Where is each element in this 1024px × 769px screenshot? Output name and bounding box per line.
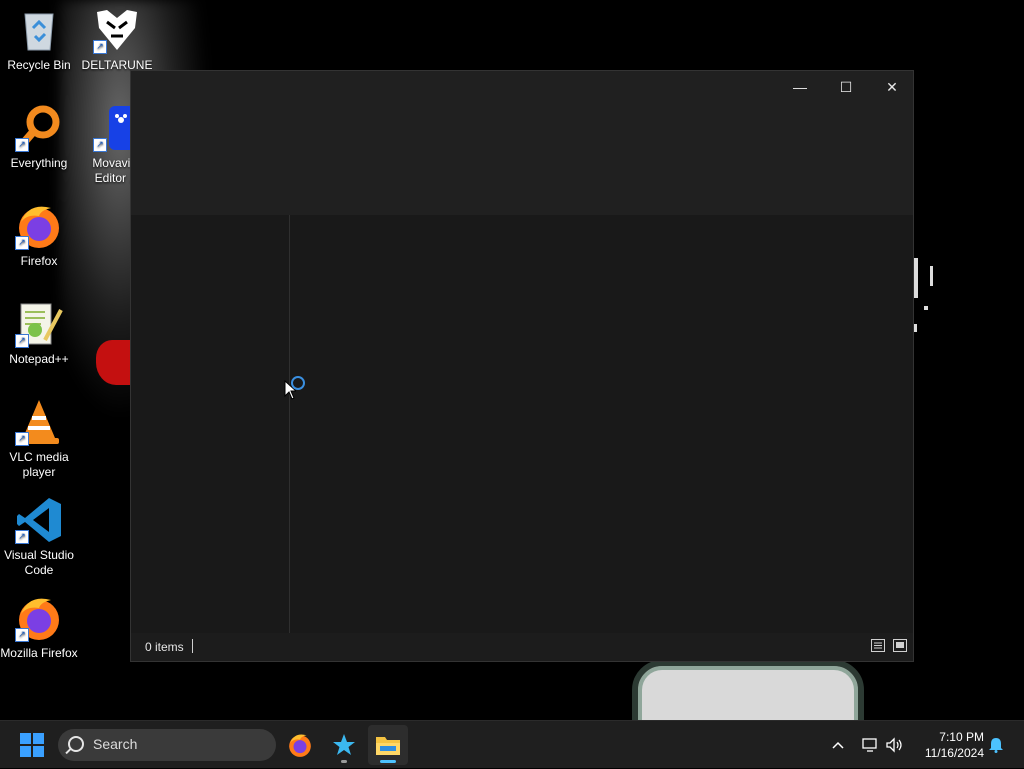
file-list-area[interactable] bbox=[131, 215, 913, 633]
taskbar-app-starred[interactable] bbox=[324, 725, 364, 765]
desktop-icon-label: Recycle Bin bbox=[7, 58, 71, 72]
close-icon: ✕ bbox=[886, 78, 898, 95]
taskbar: Search 7:10 PM 11/16/2024 bbox=[0, 720, 1024, 768]
desktop-icon-firefox[interactable]: ↗ Firefox bbox=[0, 202, 78, 269]
windows-logo-icon bbox=[20, 733, 31, 744]
clock-date: 11/16/2024 bbox=[924, 746, 984, 760]
search-placeholder: Search bbox=[93, 736, 138, 752]
desktop-icon-label: Visual Studio Code bbox=[4, 548, 74, 577]
status-bar: 0 items bbox=[131, 633, 913, 661]
desktop-icon-label: VLC media player bbox=[9, 450, 69, 479]
large-icons-view-button[interactable] bbox=[893, 639, 907, 652]
window-titlebar[interactable]: — ☐ ✕ bbox=[131, 71, 913, 103]
details-view-icon bbox=[874, 642, 882, 649]
everything-search-icon: ↗ bbox=[15, 104, 63, 152]
shortcut-arrow-icon: ↗ bbox=[15, 334, 29, 348]
speaker-icon bbox=[886, 737, 902, 753]
running-indicator bbox=[341, 760, 347, 763]
shortcut-arrow-icon: ↗ bbox=[15, 432, 29, 446]
shortcut-arrow-icon: ↗ bbox=[15, 236, 29, 250]
maximize-button[interactable]: ☐ bbox=[823, 71, 869, 103]
taskbar-search[interactable]: Search bbox=[58, 729, 276, 761]
desktop-icon-label: Firefox bbox=[20, 254, 58, 268]
vlc-icon: ↗ bbox=[15, 398, 63, 446]
command-bar-area bbox=[131, 103, 913, 215]
item-count: 0 items bbox=[145, 640, 184, 654]
network-button[interactable] bbox=[858, 721, 882, 769]
shortcut-arrow-icon: ↗ bbox=[93, 40, 107, 54]
volume-button[interactable] bbox=[882, 721, 906, 769]
minimize-button[interactable]: — bbox=[777, 71, 823, 103]
desktop-icon-label: Mozilla Firefox bbox=[0, 646, 78, 660]
recycle-bin-icon bbox=[15, 6, 63, 54]
close-button[interactable]: ✕ bbox=[869, 71, 915, 103]
taskbar-app-firefox[interactable] bbox=[280, 725, 320, 765]
folder-icon bbox=[376, 737, 400, 755]
desktop-icon-label: Notepad++ bbox=[9, 352, 69, 366]
firefox-icon bbox=[289, 734, 311, 757]
network-icon bbox=[862, 738, 877, 752]
taskbar-app-file-explorer[interactable] bbox=[368, 725, 408, 765]
desktop-icon-notepad-plus-plus[interactable]: ↗ Notepad++ bbox=[0, 300, 78, 367]
shortcut-arrow-icon: ↗ bbox=[15, 138, 29, 152]
status-divider bbox=[192, 639, 193, 653]
desktop-icon-mozilla-firefox[interactable]: ↗ Mozilla Firefox bbox=[0, 594, 78, 661]
desktop-icon-vlc[interactable]: ↗ VLC media player bbox=[0, 398, 78, 480]
desktop-icon-everything[interactable]: ↗ Everything bbox=[0, 104, 78, 171]
active-indicator bbox=[380, 760, 396, 763]
desktop-icon-deltarune[interactable]: ↗ DELTARUNE bbox=[78, 6, 156, 73]
search-icon bbox=[68, 736, 84, 752]
desktop-icon-recycle-bin[interactable]: Recycle Bin bbox=[0, 6, 78, 73]
details-view-button[interactable] bbox=[871, 639, 885, 652]
file-explorer-window[interactable]: — ☐ ✕ 0 items bbox=[130, 70, 914, 662]
shortcut-arrow-icon: ↗ bbox=[93, 138, 107, 152]
notifications-button[interactable] bbox=[986, 721, 1006, 769]
desktop-icon-label: Everything bbox=[10, 156, 68, 170]
star-icon bbox=[333, 734, 355, 755]
minimize-icon: — bbox=[793, 79, 807, 95]
shortcut-arrow-icon: ↗ bbox=[15, 628, 29, 642]
busy-spinner-icon bbox=[291, 376, 305, 390]
show-hidden-icons-button[interactable] bbox=[826, 721, 850, 769]
large-icons-view-icon bbox=[896, 642, 904, 648]
firefox-icon: ↗ bbox=[15, 594, 63, 642]
maximize-icon: ☐ bbox=[839, 78, 853, 95]
firefox-icon: ↗ bbox=[15, 202, 63, 250]
bell-icon bbox=[989, 738, 1003, 753]
taskbar-clock[interactable]: 7:10 PM 11/16/2024 bbox=[912, 729, 984, 761]
start-button[interactable] bbox=[20, 733, 44, 757]
chevron-up-icon bbox=[832, 741, 844, 749]
vscode-icon: ↗ bbox=[15, 496, 63, 544]
clock-time: 7:10 PM bbox=[939, 730, 984, 744]
navigation-pane[interactable] bbox=[131, 215, 290, 633]
shortcut-arrow-icon: ↗ bbox=[15, 530, 29, 544]
wallpaper-pixel-bits bbox=[912, 236, 942, 336]
notepad-plus-plus-icon: ↗ bbox=[15, 300, 63, 348]
desktop-icon-vscode[interactable]: ↗ Visual Studio Code bbox=[0, 496, 78, 578]
deltarune-icon: ↗ bbox=[93, 6, 141, 54]
